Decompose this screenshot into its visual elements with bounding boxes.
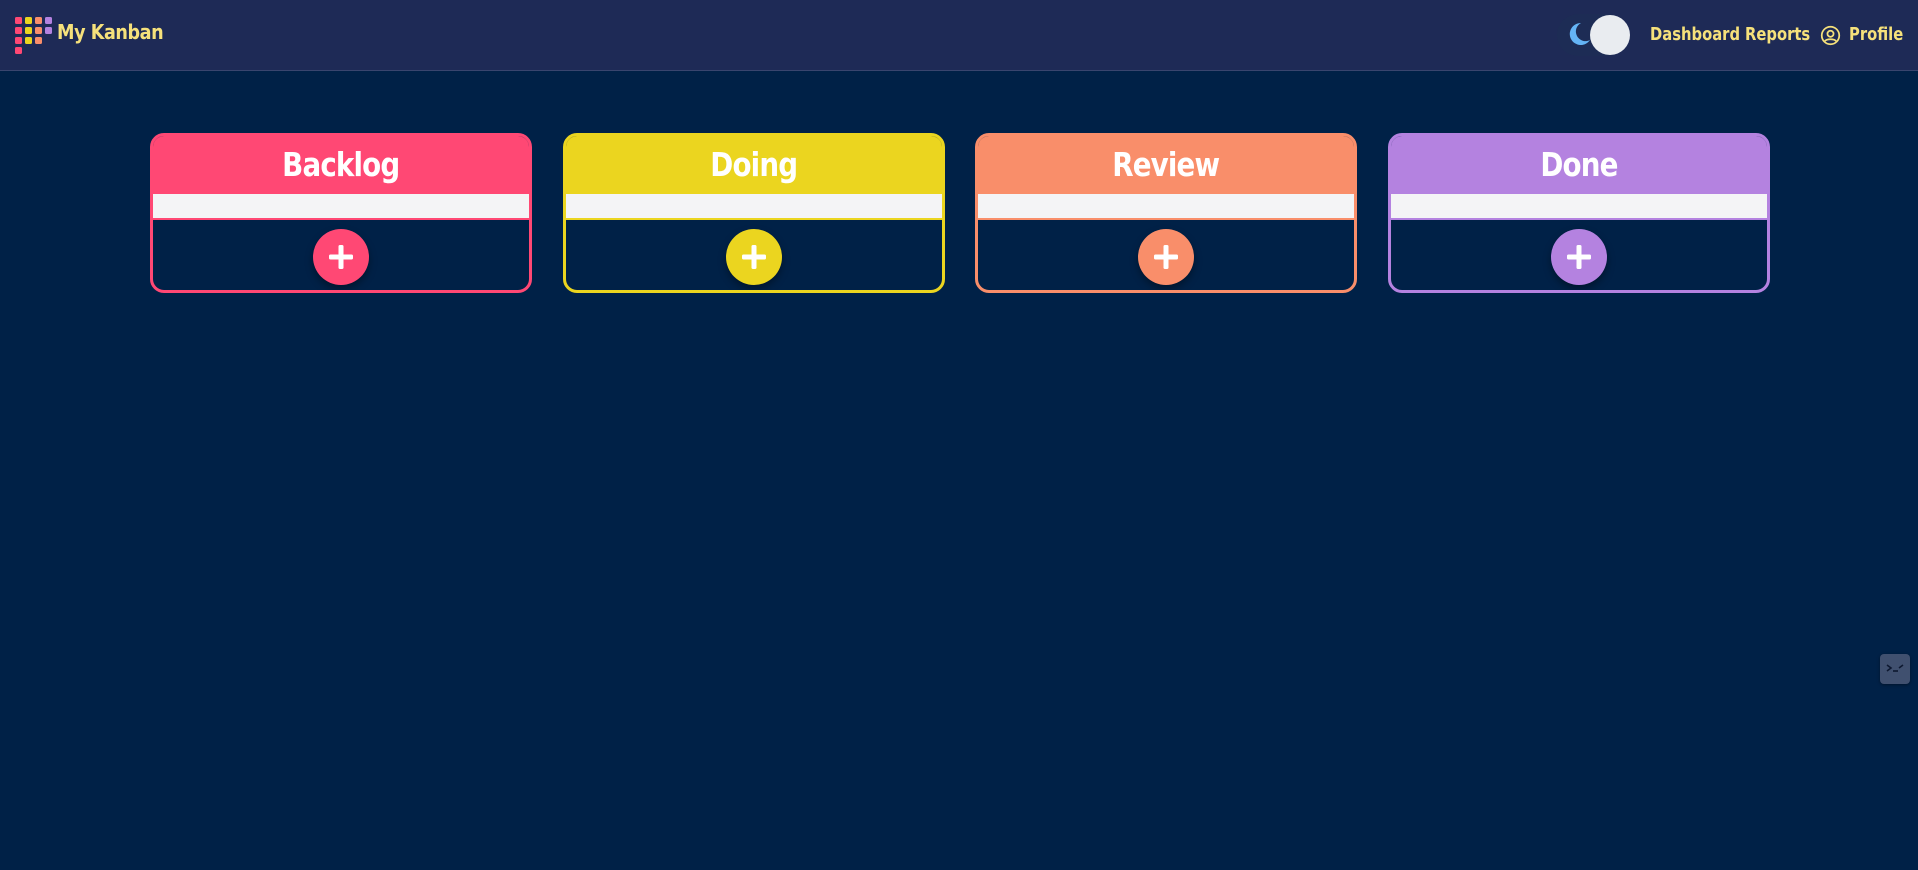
new-card-input[interactable]: [978, 194, 1354, 220]
add-card-button[interactable]: [1138, 229, 1194, 285]
add-card-button[interactable]: [313, 229, 369, 285]
column-title: Backlog: [282, 145, 400, 184]
new-card-input[interactable]: [153, 194, 529, 220]
app-title[interactable]: My Kanban: [57, 20, 164, 44]
top-navbar: My Kanban Dashboard Reports Profile: [0, 0, 1918, 71]
new-card-input[interactable]: [1391, 194, 1767, 220]
column-title: Doing: [710, 145, 799, 184]
column-title: Done: [1540, 145, 1618, 184]
nav-link-dashboard[interactable]: Dashboard: [1650, 24, 1740, 45]
theme-toggle[interactable]: [1557, 14, 1630, 56]
column-done: Done: [1388, 133, 1770, 293]
plus-icon: [1154, 245, 1178, 269]
toggle-knob: [1590, 15, 1630, 55]
column-header: Backlog: [153, 136, 529, 194]
grid-dots-logo-icon[interactable]: [15, 17, 53, 55]
plus-icon: [329, 245, 353, 269]
column-header: Review: [978, 136, 1354, 194]
plus-icon: [742, 245, 766, 269]
column-title: Review: [1112, 145, 1220, 184]
column-review: Review: [975, 133, 1357, 293]
console-icon: [1886, 664, 1904, 672]
user-circle-icon[interactable]: [1820, 25, 1841, 46]
nav-link-profile[interactable]: Profile: [1849, 24, 1903, 45]
column-doing: Doing: [563, 133, 945, 293]
nav-link-reports[interactable]: Reports: [1745, 24, 1810, 45]
add-card-button[interactable]: [726, 229, 782, 285]
column-backlog: Backlog: [150, 133, 532, 293]
new-card-input[interactable]: [566, 194, 942, 220]
column-header: Doing: [566, 136, 942, 194]
plus-icon: [1567, 245, 1591, 269]
column-header: Done: [1391, 136, 1767, 194]
add-card-button[interactable]: [1551, 229, 1607, 285]
console-widget-button[interactable]: [1880, 654, 1910, 684]
